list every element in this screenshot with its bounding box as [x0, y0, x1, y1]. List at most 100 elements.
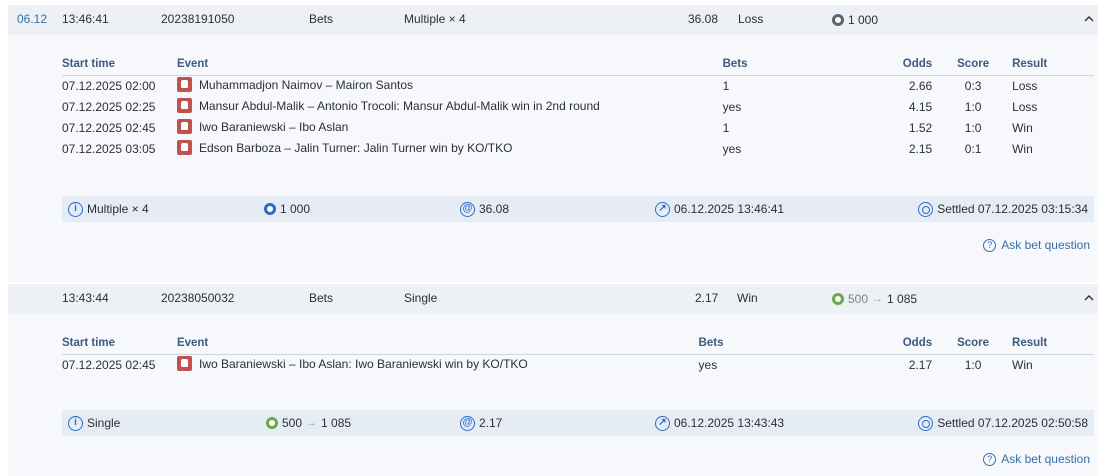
arrow-right-icon: →	[872, 293, 884, 305]
chevron-up-icon[interactable]	[1084, 293, 1094, 303]
bet-header-row[interactable]: 06.12 13:46:41 20238191050 Bets Multiple…	[8, 5, 1098, 35]
event-cell: Muhammadjon Naimov – Mairon Santos	[176, 75, 723, 96]
bet-card: 06.12 13:46:41 20238191050 Bets Multiple…	[8, 0, 1098, 282]
table-header-row: Start time Event Bets Odds Score Result	[62, 53, 1094, 76]
column-result: Result	[1004, 53, 1094, 76]
events-table: Start time Event Bets Odds Score Result …	[62, 332, 1094, 375]
ask-bet-question-link[interactable]: ? Ask bet question	[983, 238, 1090, 252]
events-table: Start time Event Bets Odds Score Result …	[62, 53, 1094, 159]
bet-stake: 1 000	[832, 5, 878, 35]
bet-kind: Multiple × 4	[404, 12, 466, 26]
event-result: Win	[1012, 357, 1033, 372]
table-row: 07.12.2025 02:00 Muhammadjon Naimov – Ma…	[62, 75, 1094, 96]
summary-kind-label: Single	[87, 416, 121, 430]
summary-kind: i Multiple × 4	[68, 196, 149, 222]
coin-win-icon	[266, 417, 278, 429]
bet-id: 20238050032	[161, 291, 235, 305]
event-score: 0:1	[964, 141, 982, 156]
event-result: Win	[1012, 120, 1033, 135]
info-icon: i	[68, 201, 83, 217]
column-start-time: Start time	[62, 332, 177, 355]
event-start: 07.12.2025 03:05	[62, 141, 156, 156]
coin-win-icon	[832, 293, 844, 305]
summary-stake: 500 → 1 085	[266, 410, 351, 436]
event-bet: yes	[698, 357, 718, 372]
bet-summary-bar: i Multiple × 4 1 000 @ 36.08 ↗ 06.12.202…	[62, 196, 1094, 222]
summary-settled: Settled 07.12.2025 03:15:34	[918, 196, 1088, 222]
event-cell: Edson Barboza – Jalin Turner: Jalin Turn…	[176, 138, 723, 159]
event-result: Loss	[1012, 99, 1038, 114]
table-row: 07.12.2025 02:45 Iwo Baraniewski – Ibo A…	[62, 354, 1094, 375]
chevron-up-icon[interactable]	[1084, 14, 1094, 24]
column-event: Event	[176, 53, 723, 76]
bet-details: Start time Event Bets Odds Score Result …	[8, 35, 1098, 282]
event-cell: Mansur Abdul-Malik – Antonio Trocoli: Ma…	[176, 96, 723, 117]
summary-odds-value: 2.17	[479, 416, 503, 430]
summary-settled: Settled 07.12.2025 02:50:58	[918, 410, 1088, 436]
event-bet: 1	[722, 78, 730, 93]
event-bet: yes	[722, 99, 742, 114]
coin-icon	[264, 203, 276, 215]
bet-odds: 2.17	[695, 291, 719, 305]
arrow-right-icon: →	[306, 417, 318, 429]
event-bet: yes	[722, 141, 742, 156]
column-bets: Bets	[722, 53, 873, 76]
event-cell: Iwo Baraniewski – Ibo Aslan: Iwo Baranie…	[176, 354, 699, 375]
bet-card: 13:43:44 20238050032 Bets Single 2.17 Wi…	[8, 282, 1098, 476]
event-odds: 1.52	[908, 120, 933, 135]
column-score: Score	[942, 332, 1005, 355]
column-start-time: Start time	[62, 53, 177, 76]
stake-amount: 500	[848, 292, 869, 306]
mma-glove-icon	[176, 119, 192, 135]
summary-placed: ↗ 06.12.2025 13:46:41	[655, 196, 784, 222]
event-start: 07.12.2025 02:45	[62, 357, 156, 372]
at-icon: @	[460, 201, 475, 217]
bet-time: 13:46:41	[62, 12, 109, 26]
mma-glove-icon	[176, 98, 192, 114]
ask-bet-question-link[interactable]: ? Ask bet question	[983, 452, 1090, 466]
mma-glove-icon	[176, 140, 192, 156]
event-name[interactable]: Iwo Baraniewski – Ibo Aslan: Iwo Baranie…	[199, 357, 528, 371]
coin-icon	[832, 14, 844, 26]
info-icon: i	[68, 415, 83, 431]
event-name[interactable]: Edson Barboza – Jalin Turner: Jalin Turn…	[199, 141, 512, 155]
event-score: 1:0	[964, 357, 982, 372]
event-name[interactable]: Muhammadjon Naimov – Mairon Santos	[199, 78, 413, 92]
bet-stake: 500 → 1 085	[832, 284, 917, 314]
summary-kind: i Single	[68, 410, 120, 436]
summary-odds: @ 36.08	[460, 196, 509, 222]
bet-header-row[interactable]: 13:43:44 20238050032 Bets Single 2.17 Wi…	[8, 284, 1098, 314]
at-icon: @	[460, 415, 475, 431]
column-event: Event	[176, 332, 699, 355]
column-odds: Odds	[872, 332, 943, 355]
column-score: Score	[942, 53, 1005, 76]
event-start: 07.12.2025 02:25	[62, 99, 156, 114]
question-icon: ?	[983, 452, 997, 466]
ask-label: Ask bet question	[1001, 238, 1090, 252]
column-result: Result	[1004, 332, 1094, 355]
event-start: 07.12.2025 02:00	[62, 78, 156, 93]
table-row: 07.12.2025 02:45 Iwo Baraniewski – Ibo A…	[62, 117, 1094, 138]
bet-details: Start time Event Bets Odds Score Result …	[8, 314, 1098, 476]
bet-summary-bar: i Single 500 → 1 085 @ 2.17 ↗ 06.12.2025…	[62, 410, 1094, 436]
bet-date: 06.12	[17, 12, 48, 26]
mma-glove-icon	[176, 356, 192, 372]
event-name[interactable]: Mansur Abdul-Malik – Antonio Trocoli: Ma…	[199, 99, 600, 113]
summary-kind-label: Multiple × 4	[87, 202, 149, 216]
summary-settled-time: Settled 07.12.2025 02:50:58	[937, 416, 1088, 430]
table-row: 07.12.2025 03:05 Edson Barboza – Jalin T…	[62, 138, 1094, 159]
event-cell: Iwo Baraniewski – Ibo Aslan	[176, 117, 723, 138]
event-odds: 2.66	[908, 78, 933, 93]
mma-glove-icon	[176, 77, 192, 93]
bet-time: 13:43:44	[62, 291, 109, 305]
event-score: 0:3	[964, 78, 982, 93]
bet-result: Loss	[738, 12, 764, 26]
question-icon: ?	[983, 238, 997, 252]
event-score: 1:0	[964, 120, 982, 135]
payout-amount: 1 085	[887, 292, 918, 306]
event-name[interactable]: Iwo Baraniewski – Ibo Aslan	[199, 120, 348, 134]
summary-stake-amount: 1 000	[280, 202, 311, 216]
bet-type: Bets	[309, 12, 334, 26]
summary-payout-amount: 1 085	[321, 416, 352, 430]
summary-stake-amount: 500	[282, 416, 303, 430]
